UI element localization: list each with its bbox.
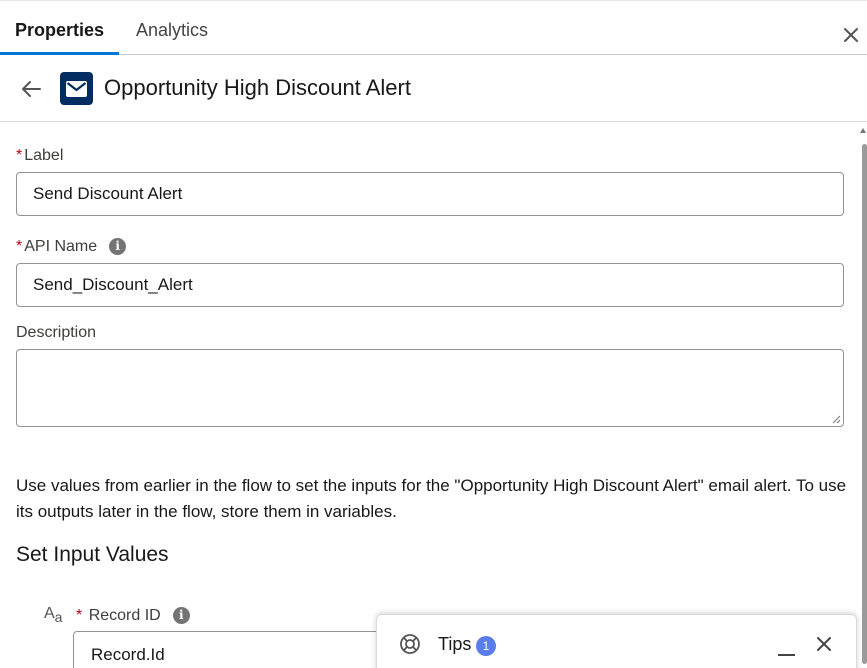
element-header: Opportunity High Discount Alert xyxy=(0,55,867,122)
arrow-left-icon xyxy=(22,81,41,97)
tips-label: Tips xyxy=(438,634,472,654)
scrollbar-thumb[interactable] xyxy=(862,144,867,664)
tab-properties[interactable]: Properties xyxy=(0,1,119,55)
tab-bar: Properties Analytics xyxy=(0,0,867,55)
tips-panel[interactable]: Tips 1 xyxy=(376,614,857,668)
text-type-icon: Aa xyxy=(44,605,62,625)
api-name-field-text: API Name xyxy=(24,238,98,255)
lifebuoy-icon xyxy=(400,634,420,654)
record-id-label: * Record ID i xyxy=(76,607,190,625)
required-marker: * xyxy=(76,607,83,624)
scrollbar[interactable] xyxy=(859,122,867,668)
close-panel-button[interactable] xyxy=(841,25,861,45)
record-id-input[interactable]: Record.Id xyxy=(73,631,393,668)
section-title: Set Input Values xyxy=(16,543,169,566)
close-icon xyxy=(844,28,858,42)
resize-grip-icon[interactable] xyxy=(831,414,841,424)
api-name-input[interactable]: Send_Discount_Alert xyxy=(16,263,844,307)
info-icon[interactable]: i xyxy=(109,238,127,255)
help-text: Use values from earlier in the flow to s… xyxy=(16,476,847,521)
tips-close-button[interactable] xyxy=(815,635,833,653)
minimize-button[interactable] xyxy=(777,639,797,659)
label-field-text: Label xyxy=(24,147,64,164)
scroll-up-arrow-icon[interactable] xyxy=(860,128,866,133)
required-marker: * xyxy=(16,147,23,164)
tips-count-badge: 1 xyxy=(476,636,496,656)
required-marker: * xyxy=(16,238,23,255)
info-icon[interactable]: i xyxy=(172,607,190,624)
record-id-label-text: Record ID xyxy=(88,607,161,624)
tab-analytics[interactable]: Analytics xyxy=(136,1,208,55)
description-field-label: Description xyxy=(16,324,97,341)
api-name-field-label: * API Name i xyxy=(16,238,127,256)
back-button[interactable] xyxy=(20,79,44,99)
description-textarea[interactable] xyxy=(16,349,844,427)
label-field-label: * Label xyxy=(16,147,63,165)
page-title: Opportunity High Discount Alert xyxy=(104,75,411,100)
minimize-icon xyxy=(778,654,795,656)
close-icon xyxy=(817,637,831,651)
email-icon xyxy=(60,72,93,105)
label-input[interactable]: Send Discount Alert xyxy=(16,172,844,216)
text-type-icon-main: A xyxy=(44,605,55,622)
text-type-icon-sub: a xyxy=(54,609,63,626)
